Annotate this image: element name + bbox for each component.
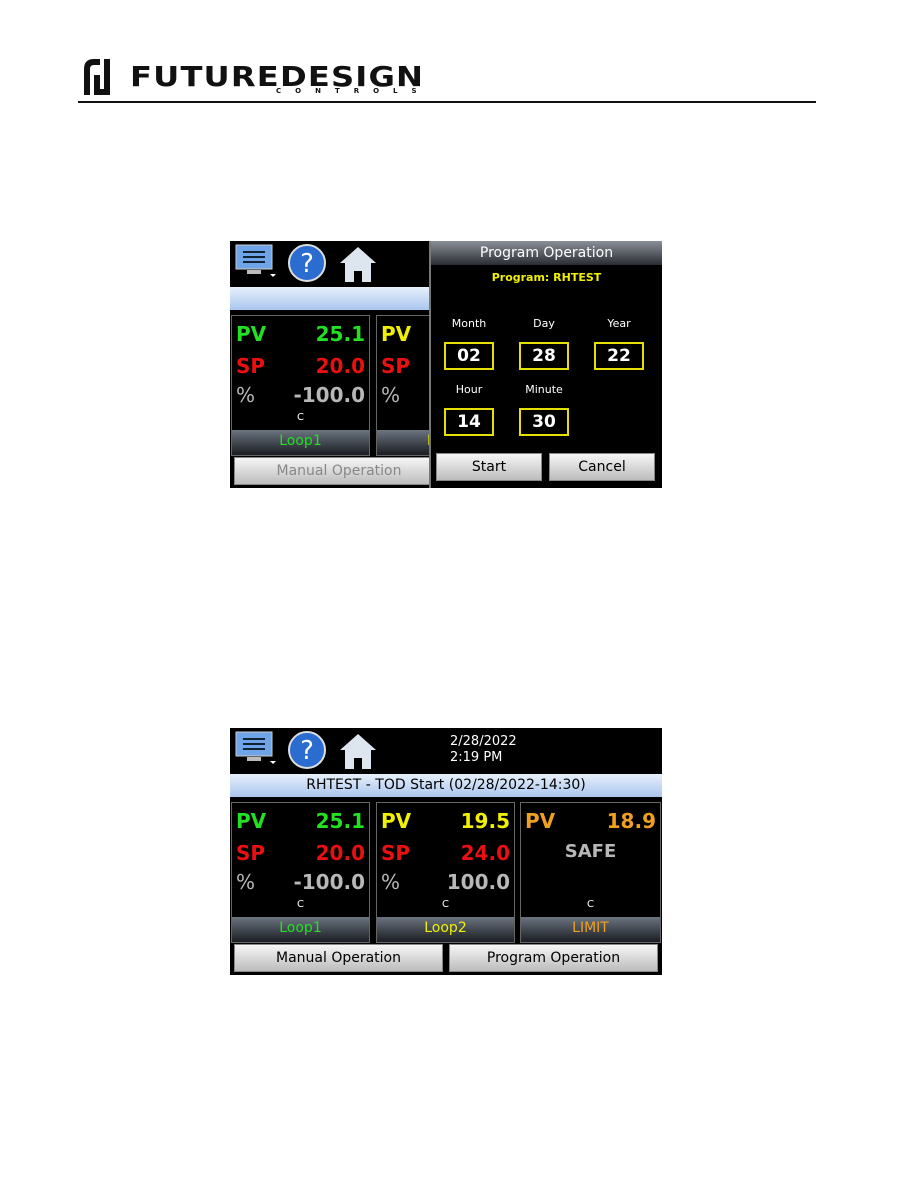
futuredesign-logo-icon <box>84 59 110 95</box>
loop1-tile[interactable]: PV 25.1 SP 20.0 % -100.0 C Loop1 <box>231 315 370 456</box>
year-field[interactable]: 22 <box>594 342 644 370</box>
loop-name: LIMIT <box>521 917 660 942</box>
loop2-tile[interactable]: PV 19.5 SP 24.0 % 100.0 C Loop2 <box>376 802 515 943</box>
sp-value: 20.0 <box>315 841 365 865</box>
screen-program-dialog: ? PV 25.1 SP 20.0 % -100.0 C Loop1 PV SP % … <box>230 241 662 488</box>
monitor-menu-icon[interactable] <box>235 244 277 278</box>
percent-label: % <box>381 383 401 407</box>
program-operation-button[interactable]: Program Operation <box>449 944 658 972</box>
home-icon[interactable] <box>338 245 378 283</box>
limit-tile[interactable]: PV 18.9 SAFE C LIMIT <box>520 802 661 943</box>
screen-main-status: ? 2/28/2022 2:19 PM RHTEST - TOD Start (… <box>230 728 662 975</box>
svg-text:?: ? <box>300 249 314 279</box>
monitor-menu-icon[interactable] <box>235 731 277 765</box>
unit-label: C <box>297 412 304 423</box>
dialog-title: Program Operation <box>431 241 662 265</box>
pv-label: PV <box>236 809 267 833</box>
status-bar: RHTEST - TOD Start (02/28/2022-14:30) <box>230 774 662 797</box>
sp-value: 20.0 <box>315 354 365 378</box>
unit-label: C <box>442 899 449 910</box>
date-display: 2/28/2022 <box>450 734 517 749</box>
percent-value: 100.0 <box>446 870 510 894</box>
sp-label: SP <box>236 841 266 865</box>
month-field[interactable]: 02 <box>444 342 494 370</box>
day-field[interactable]: 28 <box>519 342 569 370</box>
month-label: Month <box>451 317 487 330</box>
manual-operation-button[interactable]: Manual Operation <box>234 457 444 485</box>
pv-value: 19.5 <box>460 809 510 833</box>
hour-label: Hour <box>455 383 483 396</box>
manual-operation-button[interactable]: Manual Operation <box>234 944 443 972</box>
hour-field[interactable]: 14 <box>444 408 494 436</box>
year-label: Year <box>607 317 631 330</box>
sp-label: SP <box>381 354 411 378</box>
loop-name: Loop1 <box>232 917 369 942</box>
loop1-tile[interactable]: PV 25.1 SP 20.0 % -100.0 C Loop1 <box>231 802 370 943</box>
header-rule <box>78 101 816 103</box>
percent-label: % <box>381 870 401 894</box>
pv-label: PV <box>236 322 267 346</box>
pv-value: 25.1 <box>315 322 365 346</box>
start-button[interactable]: Start <box>436 453 542 481</box>
loop-name: Loop2 <box>377 917 514 942</box>
manual-page: FUTUREDESIGN CONTROLS ? PV 25.1 SP 20.0 % -… <box>0 0 918 1188</box>
program-name: Program: RHTEST <box>491 271 602 284</box>
pv-label: PV <box>381 809 412 833</box>
time-display: 2:19 PM <box>450 750 503 765</box>
pv-label: PV <box>525 809 556 833</box>
unit-label: C <box>297 899 304 910</box>
svg-text:?: ? <box>300 736 314 766</box>
limit-state: SAFE <box>564 841 617 862</box>
minute-field[interactable]: 30 <box>519 408 569 436</box>
home-icon[interactable] <box>338 732 378 770</box>
day-label: Day <box>533 317 555 330</box>
program-operation-dialog: Program Operation Program: RHTEST Month … <box>429 241 662 488</box>
percent-value: -100.0 <box>293 870 365 894</box>
brand-logo-subtext: CONTROLS <box>276 87 431 95</box>
percent-label: % <box>236 870 256 894</box>
help-icon[interactable]: ? <box>287 730 327 770</box>
unit-label: C <box>587 899 594 910</box>
loop-name: Loop1 <box>232 430 369 455</box>
pv-value: 25.1 <box>315 809 365 833</box>
sp-label: SP <box>236 354 266 378</box>
percent-label: % <box>236 383 256 407</box>
sp-value: 24.0 <box>460 841 510 865</box>
minute-label: Minute <box>525 383 563 396</box>
pv-value: 18.9 <box>606 809 656 833</box>
sp-label: SP <box>381 841 411 865</box>
help-icon[interactable]: ? <box>287 243 327 283</box>
percent-value: -100.0 <box>293 383 365 407</box>
pv-label: PV <box>381 322 412 346</box>
cancel-button[interactable]: Cancel <box>549 453 655 481</box>
